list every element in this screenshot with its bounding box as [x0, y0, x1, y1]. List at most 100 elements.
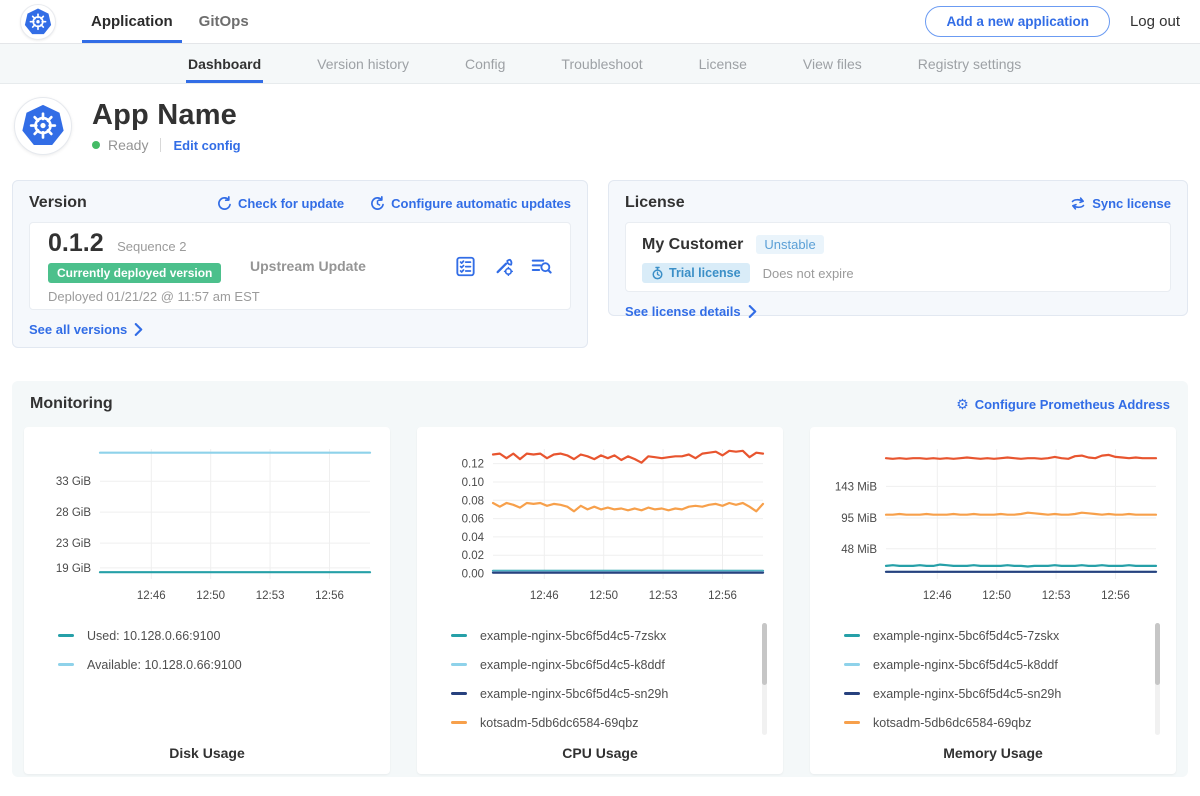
svg-text:0.04: 0.04 — [462, 532, 485, 544]
tab-application[interactable]: Application — [78, 0, 186, 43]
cpu-usage-title: CPU Usage — [417, 745, 783, 761]
version-card-title: Version — [29, 194, 87, 212]
license-card-title: License — [625, 194, 685, 212]
legend-item: example-nginx-5bc6f5d4c5-sn29h — [844, 679, 1164, 708]
svg-text:12:50: 12:50 — [196, 590, 225, 602]
legend-dash-icon — [451, 663, 467, 666]
legend-label: example-nginx-5bc6f5d4c5-k8ddf — [480, 658, 665, 672]
customer-name: My Customer — [642, 236, 743, 254]
svg-text:0.02: 0.02 — [462, 550, 484, 562]
check-for-update-link[interactable]: Check for update — [217, 196, 344, 211]
memory-usage-legend: example-nginx-5bc6f5d4c5-7zskx example-ng… — [822, 621, 1164, 739]
legend-item: example-nginx-5bc6f5d4c5-k8ddf — [451, 650, 771, 679]
legend-scrollbar-thumb[interactable] — [1155, 623, 1160, 685]
svg-text:12:56: 12:56 — [708, 590, 737, 602]
memory-usage-plot: 12:4612:5012:5312:56143 MiB95 MiB48 MiB — [822, 439, 1164, 613]
legend-scrollbar-thumb[interactable] — [762, 623, 767, 685]
legend-label: example-nginx-5bc6f5d4c5-k8ddf — [873, 658, 1058, 672]
currently-deployed-badge: Currently deployed version — [48, 263, 221, 283]
memory-usage-card: 12:4612:5012:5312:56143 MiB95 MiB48 MiBe… — [810, 427, 1176, 774]
trial-license-label: Trial license — [669, 266, 741, 280]
clock-refresh-icon — [370, 196, 385, 211]
tab-license[interactable]: License — [699, 44, 747, 83]
kubernetes-logo[interactable] — [20, 4, 56, 40]
top-nav: Application GitOps Add a new application… — [0, 0, 1200, 44]
status-label: Ready — [108, 137, 148, 153]
tab-troubleshoot[interactable]: Troubleshoot — [561, 44, 642, 83]
tab-dashboard[interactable]: Dashboard — [188, 44, 261, 83]
svg-text:0.12: 0.12 — [462, 459, 484, 471]
version-card: Version Check for update Configure au — [12, 180, 588, 348]
legend-label: example-nginx-5bc6f5d4c5-sn29h — [873, 687, 1061, 701]
sync-license-label: Sync license — [1092, 196, 1171, 211]
disk-usage-card: 12:4612:5012:5312:5633 GiB28 GiB23 GiB19… — [24, 427, 390, 774]
svg-text:12:46: 12:46 — [137, 590, 166, 602]
legend-dash-icon — [844, 663, 860, 666]
svg-text:95 MiB: 95 MiB — [841, 513, 877, 525]
refresh-icon — [217, 196, 232, 211]
legend-scrollbar[interactable] — [1155, 623, 1160, 735]
svg-text:12:50: 12:50 — [589, 590, 618, 602]
disk-usage-plot: 12:4612:5012:5312:5633 GiB28 GiB23 GiB19… — [36, 439, 378, 613]
see-all-versions-link[interactable]: See all versions — [29, 322, 144, 337]
legend-scrollbar[interactable] — [762, 623, 767, 735]
version-number: 0.1.2 — [48, 229, 104, 257]
log-out-link[interactable]: Log out — [1130, 13, 1180, 30]
svg-text:143 MiB: 143 MiB — [835, 481, 878, 493]
legend-dash-icon — [451, 721, 467, 724]
app-avatar — [14, 97, 72, 155]
legend-label: kotsadm-5db6dc6584-69qbz — [480, 716, 638, 730]
sync-license-link[interactable]: Sync license — [1070, 196, 1171, 211]
current-version-box: 0.1.2 Sequence 2 Currently deployed vers… — [29, 222, 571, 310]
add-new-application-button[interactable]: Add a new application — [925, 6, 1110, 37]
legend-item: example-nginx-5bc6f5d4c5-sn29h — [451, 679, 771, 708]
gear-icon: ⚙ — [956, 397, 969, 411]
check-for-update-label: Check for update — [238, 196, 344, 211]
chevron-right-icon — [133, 323, 144, 336]
tab-version-history[interactable]: Version history — [317, 44, 409, 83]
svg-text:23 GiB: 23 GiB — [56, 538, 91, 550]
divider — [160, 138, 161, 152]
app-header: App Name Ready Edit config — [0, 84, 1200, 168]
top-nav-right: Add a new application Log out — [925, 6, 1180, 37]
see-license-details-link[interactable]: See license details — [625, 304, 758, 319]
legend-dash-icon — [844, 692, 860, 695]
chevron-right-icon — [747, 305, 758, 318]
configure-prometheus-link[interactable]: ⚙ Configure Prometheus Address — [956, 397, 1170, 412]
config-wrench-icon[interactable] — [493, 256, 514, 277]
legend-item: example-nginx-5bc6f5d4c5-7zskx — [844, 621, 1164, 650]
legend-dash-icon — [844, 721, 860, 724]
legend-label: Used: 10.128.0.66:9100 — [87, 629, 220, 643]
legend-dash-icon — [451, 692, 467, 695]
svg-text:12:53: 12:53 — [256, 590, 285, 602]
status-dot — [92, 141, 100, 149]
tab-registry-settings[interactable]: Registry settings — [918, 44, 1021, 83]
disk-usage-legend: Used: 10.128.0.66:9100Available: 10.128.… — [36, 621, 378, 739]
tab-config[interactable]: Config — [465, 44, 505, 83]
charts-row: 12:4612:5012:5312:5633 GiB28 GiB23 GiB19… — [24, 427, 1176, 774]
svg-text:33 GiB: 33 GiB — [56, 476, 91, 488]
view-logs-icon[interactable] — [531, 256, 552, 277]
legend-dash-icon — [58, 634, 74, 637]
update-type-label: Upstream Update — [250, 258, 366, 274]
stopwatch-icon — [651, 266, 664, 280]
trial-license-badge: Trial license — [642, 263, 750, 283]
svg-text:12:46: 12:46 — [923, 590, 952, 602]
legend-label: example-nginx-5bc6f5d4c5-sn29h — [480, 687, 668, 701]
tab-gitops[interactable]: GitOps — [186, 0, 262, 43]
legend-item: kotsadm-5db6dc6584-69qbz — [451, 708, 771, 737]
kubernetes-app-icon — [21, 104, 65, 148]
svg-text:12:56: 12:56 — [315, 590, 344, 602]
configure-automatic-updates-link[interactable]: Configure automatic updates — [370, 196, 571, 211]
svg-text:12:53: 12:53 — [649, 590, 678, 602]
legend-dash-icon — [844, 634, 860, 637]
tab-view-files[interactable]: View files — [803, 44, 862, 83]
sync-icon — [1070, 196, 1086, 211]
preflight-checks-icon[interactable] — [455, 256, 476, 277]
edit-config-link[interactable]: Edit config — [173, 138, 240, 153]
svg-text:28 GiB: 28 GiB — [56, 507, 91, 519]
page-title: App Name — [92, 99, 241, 132]
configure-automatic-updates-label: Configure automatic updates — [391, 196, 571, 211]
deployed-timestamp: Deployed 01/21/22 @ 11:57 am EST — [48, 289, 236, 304]
svg-text:0.10: 0.10 — [462, 477, 484, 489]
